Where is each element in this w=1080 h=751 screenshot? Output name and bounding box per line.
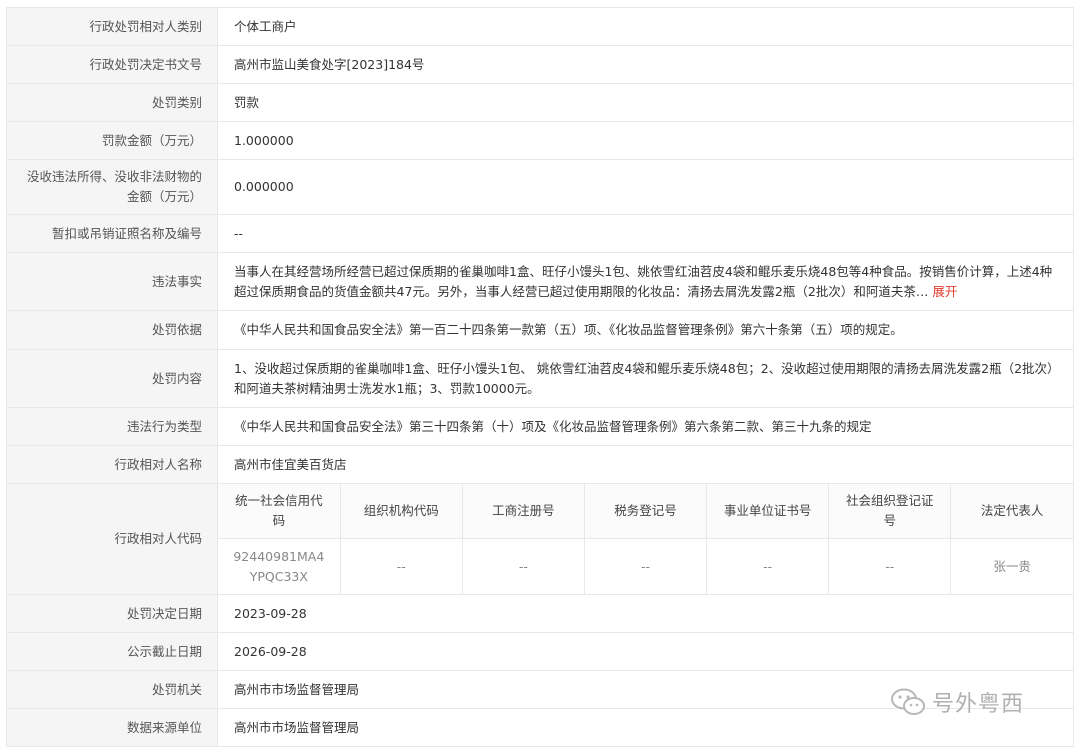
code-value: -- xyxy=(706,538,830,594)
watermark: 号外粤西 xyxy=(890,686,1024,718)
code-header: 组织机构代码 xyxy=(340,484,463,539)
row-value: 《中华人民共和国食品安全法》第一百二十四条第一款第（五）项、《化妆品监督管理条例… xyxy=(217,310,1074,350)
watermark-text: 号外粤西 xyxy=(932,692,1025,717)
row-label: 处罚内容 xyxy=(6,349,218,408)
party-code-table: 统一社会信用代码 组织机构代码 工商注册号 税务登记号 事业单位证书号 社会组织… xyxy=(218,484,1073,594)
expand-link[interactable]: 展开 xyxy=(932,284,957,299)
row-confiscation-amount: 没收违法所得、没收非法财物的金额（万元） 0.000000 xyxy=(6,159,1074,215)
row-label: 罚款金额（万元） xyxy=(6,121,218,160)
code-header: 社会组织登记证号 xyxy=(828,484,952,539)
row-value: 1、没收超过保质期的雀巢咖啡1盒、旺仔小馒头1包、 姚依雪红油苕皮4袋和鲲乐麦乐… xyxy=(217,349,1074,408)
row-value: 当事人在其经营场所经营已超过保质期的雀巢咖啡1盒、旺仔小馒头1包、姚依雪红油苕皮… xyxy=(234,263,1053,299)
row-fine-amount: 罚款金额（万元） 1.000000 xyxy=(6,121,1074,160)
row-penalty-content: 处罚内容 1、没收超过保质期的雀巢咖啡1盒、旺仔小馒头1包、 姚依雪红油苕皮4袋… xyxy=(6,349,1074,408)
penalty-table: 行政处罚相对人类别 个体工商户 行政处罚决定书文号 高州市监山美食处字[2023… xyxy=(6,7,1074,747)
row-decision-number: 行政处罚决定书文号 高州市监山美食处字[2023]184号 xyxy=(6,45,1074,84)
code-header: 工商注册号 xyxy=(462,484,585,539)
row-label: 处罚决定日期 xyxy=(6,594,218,633)
code-value-row: 92440981MA4YPQC33X -- -- -- -- -- 张一贵 xyxy=(218,538,1073,594)
row-label: 违法事实 xyxy=(6,252,218,311)
code-header: 事业单位证书号 xyxy=(706,484,830,539)
row-label: 行政处罚相对人类别 xyxy=(6,7,218,46)
code-header: 统一社会信用代码 xyxy=(218,484,341,539)
row-value: -- xyxy=(217,214,1074,253)
row-value: 高州市监山美食处字[2023]184号 xyxy=(217,45,1074,84)
code-value: -- xyxy=(828,538,952,594)
row-value: 罚款 xyxy=(217,83,1074,122)
penalty-detail: 行政处罚相对人类别 个体工商户 行政处罚决定书文号 高州市监山美食处字[2023… xyxy=(6,7,1074,747)
row-label: 违法行为类型 xyxy=(6,407,218,446)
row-value: 高州市佳宜美百货店 xyxy=(217,445,1074,484)
code-value: 张一贵 xyxy=(993,558,1031,574)
row-value: 2023-09-28 xyxy=(217,594,1074,633)
row-violation-facts: 违法事实 当事人在其经营场所经营已超过保质期的雀巢咖啡1盒、旺仔小馒头1包、姚依… xyxy=(6,252,1074,311)
row-label: 没收违法所得、没收非法财物的金额（万元） xyxy=(27,169,203,204)
row-license-suspension: 暂扣或吊销证照名称及编号 -- xyxy=(6,214,1074,253)
row-label: 数据来源单位 xyxy=(6,708,218,747)
row-penalty-category: 处罚类别 罚款 xyxy=(6,83,1074,122)
code-header-row: 统一社会信用代码 组织机构代码 工商注册号 税务登记号 事业单位证书号 社会组织… xyxy=(218,484,1073,539)
row-value: 《中华人民共和国食品安全法》第三十四条第（十）项及《化妆品监督管理条例》第六条第… xyxy=(217,407,1074,446)
row-label: 行政处罚决定书文号 xyxy=(6,45,218,84)
code-value: -- xyxy=(462,538,585,594)
code-header: 税务登记号 xyxy=(584,484,708,539)
row-party-codes: 行政相对人代码 统一社会信用代码 组织机构代码 工商注册号 税务登记号 事业单位… xyxy=(6,483,1074,595)
row-violation-type: 违法行为类型 《中华人民共和国食品安全法》第三十四条第（十）项及《化妆品监督管理… xyxy=(6,407,1074,446)
row-decision-date: 处罚决定日期 2023-09-28 xyxy=(6,594,1074,633)
row-value: 2026-09-28 xyxy=(217,632,1074,671)
row-party-name: 行政相对人名称 高州市佳宜美百货店 xyxy=(6,445,1074,484)
code-header: 法定代表人 xyxy=(950,484,1073,539)
row-label: 行政相对人代码 xyxy=(6,483,218,595)
row-value: 0.000000 xyxy=(217,159,1074,215)
row-penalty-basis: 处罚依据 《中华人民共和国食品安全法》第一百二十四条第一款第（五）项、《化妆品监… xyxy=(6,310,1074,350)
row-party-type: 行政处罚相对人类别 个体工商户 xyxy=(6,7,1074,46)
row-label: 处罚依据 xyxy=(6,310,218,350)
row-value: 1.000000 xyxy=(217,121,1074,160)
wechat-icon xyxy=(891,688,925,715)
row-label: 暂扣或吊销证照名称及编号 xyxy=(6,214,218,253)
row-label: 处罚类别 xyxy=(6,83,218,122)
row-publicity-deadline: 公示截止日期 2026-09-28 xyxy=(6,632,1074,671)
row-label: 处罚机关 xyxy=(6,670,218,709)
row-label: 行政相对人名称 xyxy=(6,445,218,484)
code-value: -- xyxy=(340,538,463,594)
code-value: 92440981MA4YPQC33X xyxy=(218,538,341,594)
code-value: -- xyxy=(584,538,708,594)
row-value: 个体工商户 xyxy=(217,7,1074,46)
row-label: 公示截止日期 xyxy=(6,632,218,671)
